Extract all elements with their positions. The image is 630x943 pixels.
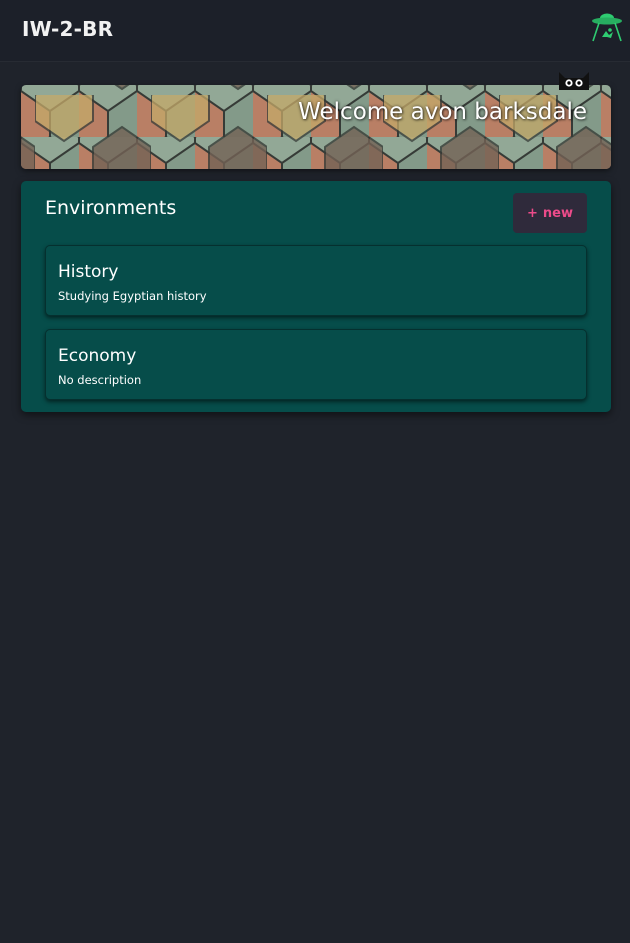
environments-panel: Environments + new History Studying Egyp… [21,181,611,412]
environment-description: No description [58,373,142,387]
app-title[interactable]: IW-2-BR [22,17,113,41]
environment-card-economy[interactable]: Economy No description [45,329,587,400]
plus-icon: + [527,205,538,221]
new-environment-button[interactable]: + new [513,193,587,233]
environment-card-history[interactable]: History Studying Egyptian history [45,245,587,316]
new-button-label: new [542,205,573,221]
environment-description: Studying Egyptian history [58,289,207,303]
top-bar: IW-2-BR [0,0,630,62]
environment-name: History [58,262,119,282]
welcome-banner: Welcome avon barksdale [21,85,611,169]
environment-name: Economy [58,346,137,366]
cat-mascot-icon [556,66,592,90]
ufo-abduction-icon[interactable] [589,11,625,45]
shingles-background-image [21,85,611,169]
environments-heading: Environments [45,197,177,219]
welcome-message: Welcome avon barksdale [298,99,587,125]
